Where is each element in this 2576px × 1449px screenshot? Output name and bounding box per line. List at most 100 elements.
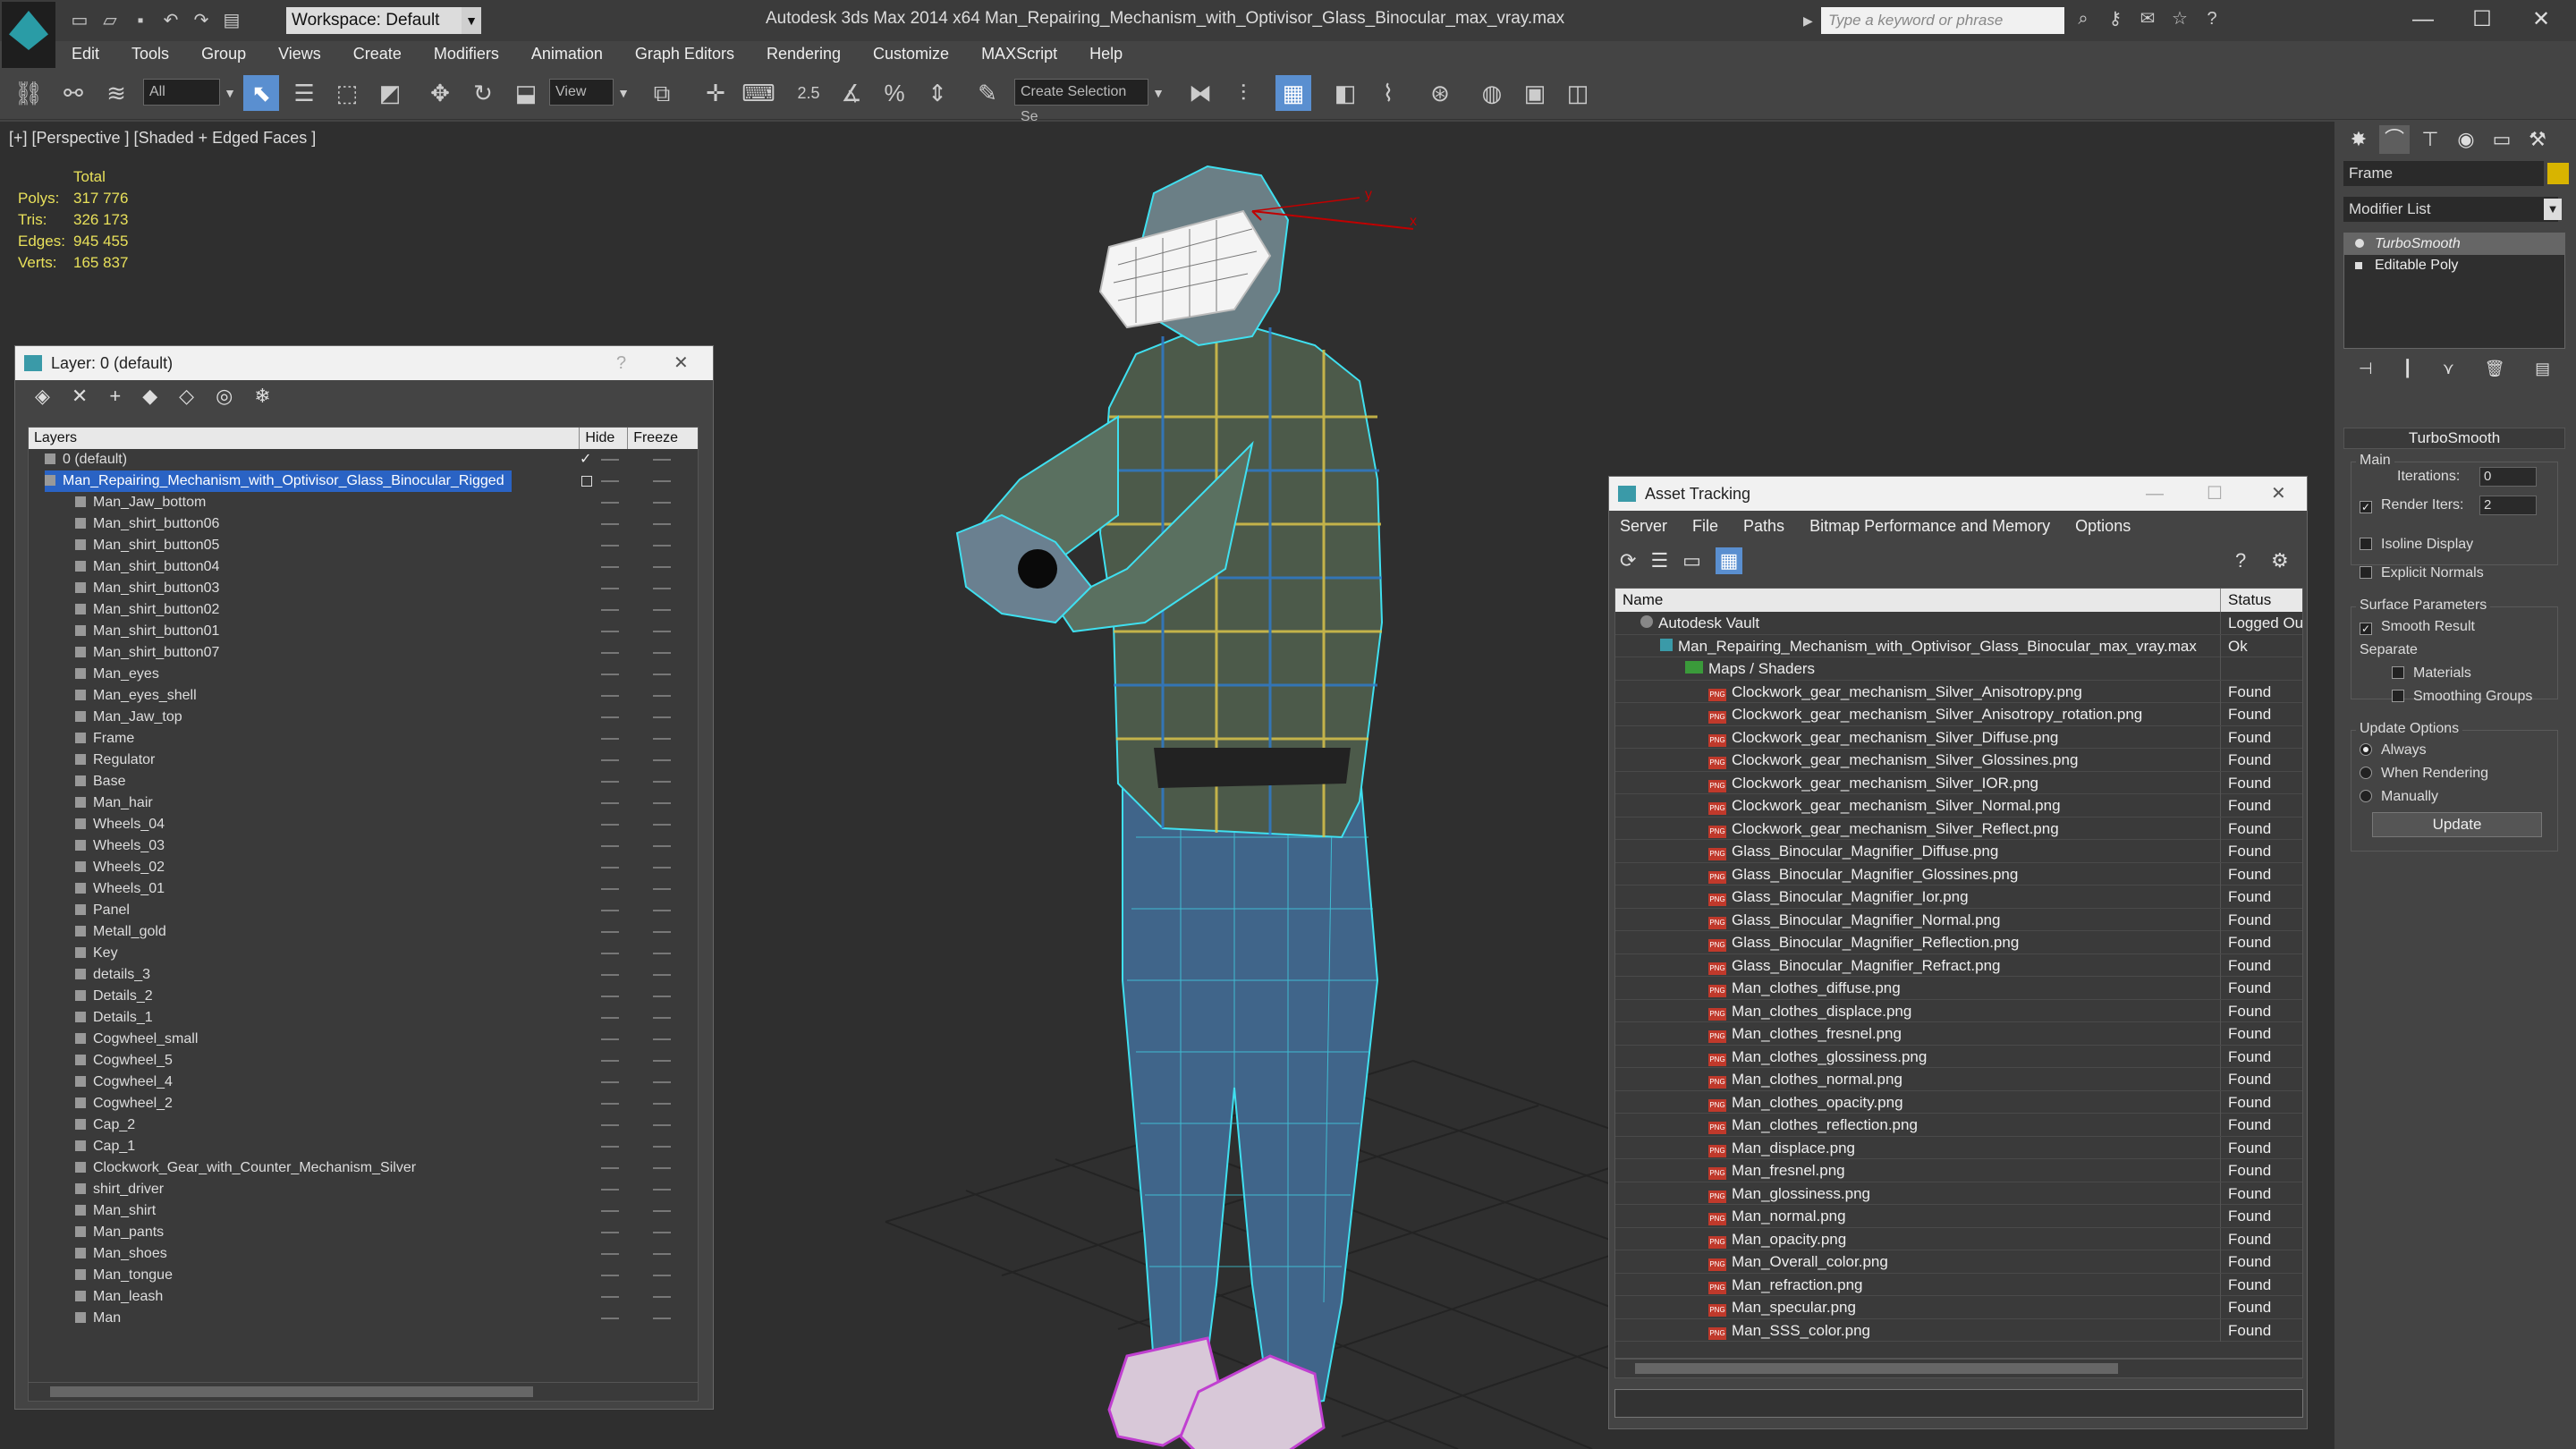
layer-freeze-toggle[interactable] [653, 652, 671, 654]
layer-row[interactable]: Cogwheel_4 [29, 1072, 698, 1093]
keyboard-shortcut-override-icon[interactable]: ⌨ [741, 75, 776, 111]
modify-tab-icon[interactable]: ⌒ [2379, 125, 2410, 154]
column-header-hide[interactable]: Hide [580, 428, 629, 449]
layer-freeze-toggle[interactable] [653, 523, 671, 525]
layer-list[interactable]: Layers Hide Freeze 0 (default) ✓ Man_Repai… [28, 427, 699, 1384]
asset-row[interactable]: PNG Glass_Binocular_Magnifier_Ior.png Foun… [1615, 886, 2302, 909]
layer-row[interactable]: Wheels_03 [29, 835, 698, 857]
subscription-icon[interactable]: ⚷ [2104, 7, 2127, 30]
layer-row[interactable]: Details_1 [29, 1007, 698, 1029]
layer-freeze-toggle[interactable] [653, 480, 671, 482]
layer-row[interactable]: Details_2 [29, 986, 698, 1007]
percent-snap-icon[interactable]: % [877, 75, 912, 111]
layer-hide-toggle[interactable] [601, 910, 619, 911]
delete-layer-icon[interactable]: ✕ [72, 385, 88, 408]
render-iters-spinner[interactable]: 2 [2479, 496, 2537, 515]
layer-freeze-toggle[interactable] [653, 566, 671, 568]
smooth-result-checkbox[interactable]: ✓ [2360, 623, 2372, 635]
layer-hide-toggle[interactable] [601, 802, 619, 804]
layer-freeze-toggle[interactable] [653, 1060, 671, 1062]
layer-freeze-toggle[interactable] [653, 459, 671, 461]
maximize-icon[interactable]: ☐ [2453, 4, 2512, 36]
list-view-icon[interactable]: ☰ [1650, 549, 1668, 572]
layer-hide-toggle[interactable] [601, 652, 619, 654]
asset-menu-paths[interactable]: Paths [1743, 517, 1784, 536]
layer-hide-toggle[interactable] [601, 1318, 619, 1319]
current-layer-box-icon[interactable] [581, 476, 592, 487]
layer-row[interactable]: Man_shirt_button04 [29, 556, 698, 578]
close-icon[interactable]: ✕ [674, 346, 689, 380]
layer-hide-toggle[interactable] [601, 1275, 619, 1276]
layer-row[interactable]: Man_leash [29, 1286, 698, 1308]
layer-row[interactable]: Man [29, 1308, 698, 1329]
communication-icon[interactable]: ✉ [2136, 7, 2159, 30]
layer-freeze-toggle[interactable] [653, 545, 671, 547]
create-layer-icon[interactable]: ◈ [35, 385, 50, 408]
layer-row[interactable]: Man_shirt_button03 [29, 578, 698, 599]
object-name-field[interactable]: Frame [2343, 161, 2544, 186]
layer-row[interactable]: Man_Jaw_bottom [29, 492, 698, 513]
layer-freeze-toggle[interactable] [653, 781, 671, 783]
make-unique-icon[interactable]: ⋎ [2443, 360, 2454, 386]
lightbulb-icon[interactable] [2355, 239, 2364, 248]
asset-row[interactable]: PNG Glass_Binocular_Magnifier_Normal.png F… [1615, 908, 2302, 931]
layer-row[interactable]: Cogwheel_small [29, 1029, 698, 1050]
undo-icon[interactable]: ↶ [159, 9, 182, 32]
layer-hide-toggle[interactable] [601, 867, 619, 869]
layer-hide-toggle[interactable] [601, 845, 619, 847]
viewport-label[interactable]: [+] [Perspective ] [Shaded + Edged Faces… [9, 129, 316, 148]
layer-hide-toggle[interactable] [601, 1081, 619, 1083]
asset-row[interactable]: PNG Glass_Binocular_Magnifier_Refract.png… [1615, 953, 2302, 977]
layer-freeze-toggle[interactable] [653, 845, 671, 847]
layer-freeze-toggle[interactable] [653, 1275, 671, 1276]
display-tab-icon[interactable]: ▭ [2487, 125, 2517, 154]
show-end-result-icon[interactable]: ┃ [2402, 360, 2412, 386]
chevron-down-icon[interactable]: ▼ [220, 75, 240, 111]
layer-manager-window[interactable]: Layer: 0 (default) ? ✕ ◈ ✕ + ◆ ◇ ◎ ❄ Lay… [14, 345, 714, 1410]
layer-freeze-toggle[interactable] [653, 1038, 671, 1040]
help-icon[interactable]: ? [616, 346, 626, 380]
layer-freeze-toggle[interactable] [653, 867, 671, 869]
hierarchy-tab-icon[interactable]: ⊤ [2415, 125, 2445, 154]
unlink-icon[interactable]: ⚯ [55, 75, 91, 111]
hide-all-icon[interactable]: ◎ [216, 385, 233, 408]
asset-tracking-window[interactable]: Asset Tracking — ☐ ✕ Server File Paths Bitm… [1608, 476, 2308, 1429]
asset-row[interactable]: PNG Man_specular.png Found [1615, 1296, 2302, 1319]
asset-row[interactable]: PNG Man_SSS_color.png Found [1615, 1318, 2302, 1342]
layer-row[interactable]: Man_shirt [29, 1200, 698, 1222]
update-button[interactable]: Update [2372, 812, 2542, 837]
active-layer-check-icon[interactable]: ✓ [580, 449, 591, 470]
layer-hide-toggle[interactable] [601, 1167, 619, 1169]
help-icon[interactable]: ? [2200, 7, 2224, 30]
layer-freeze-toggle[interactable] [653, 1296, 671, 1298]
render-iters-checkbox[interactable]: ✓ [2360, 501, 2372, 513]
update-always-radio[interactable] [2360, 743, 2372, 756]
rendered-frame-window-icon[interactable]: ◫ [1560, 75, 1596, 111]
layer-freeze-toggle[interactable] [653, 953, 671, 954]
asset-row[interactable]: PNG Man_clothes_reflection.png Found [1615, 1114, 2302, 1137]
create-tab-icon[interactable]: ✸ [2343, 125, 2374, 154]
asset-row[interactable]: PNG Glass_Binocular_Magnifier_Diffuse.png… [1615, 840, 2302, 863]
project-folder-icon[interactable]: ▤ [220, 9, 243, 32]
select-objects-icon[interactable]: ◆ [142, 385, 157, 408]
layer-row[interactable]: shirt_driver [29, 1179, 698, 1200]
layer-freeze-toggle[interactable] [653, 931, 671, 933]
reference-coordinate-dropdown[interactable]: View [549, 79, 614, 106]
thumbnail-view-icon[interactable]: ▭ [1682, 549, 1701, 572]
freeze-all-icon[interactable]: ❄ [254, 385, 270, 408]
layer-freeze-toggle[interactable] [653, 1103, 671, 1105]
render-setup-icon[interactable]: ▣ [1517, 75, 1553, 111]
link-icon[interactable]: ⛓ [11, 75, 47, 111]
layer-hide-toggle[interactable] [601, 1146, 619, 1148]
favorites-star-icon[interactable]: ☆ [2168, 7, 2191, 30]
workspace-dropdown-arrow-icon[interactable]: ▼ [462, 7, 481, 34]
layer-hide-toggle[interactable] [601, 1189, 619, 1191]
column-header-freeze[interactable]: Freeze [628, 428, 698, 449]
add-to-layer-icon[interactable]: + [109, 385, 121, 408]
motion-tab-icon[interactable]: ◉ [2451, 125, 2481, 154]
menu-customize[interactable]: Customize [857, 45, 965, 64]
workspace-dropdown[interactable]: Workspace: Default [286, 7, 465, 34]
layer-freeze-toggle[interactable] [653, 716, 671, 718]
rectangular-selection-icon[interactable]: ⬚ [329, 75, 365, 111]
maximize-icon[interactable]: ☐ [2207, 477, 2223, 511]
